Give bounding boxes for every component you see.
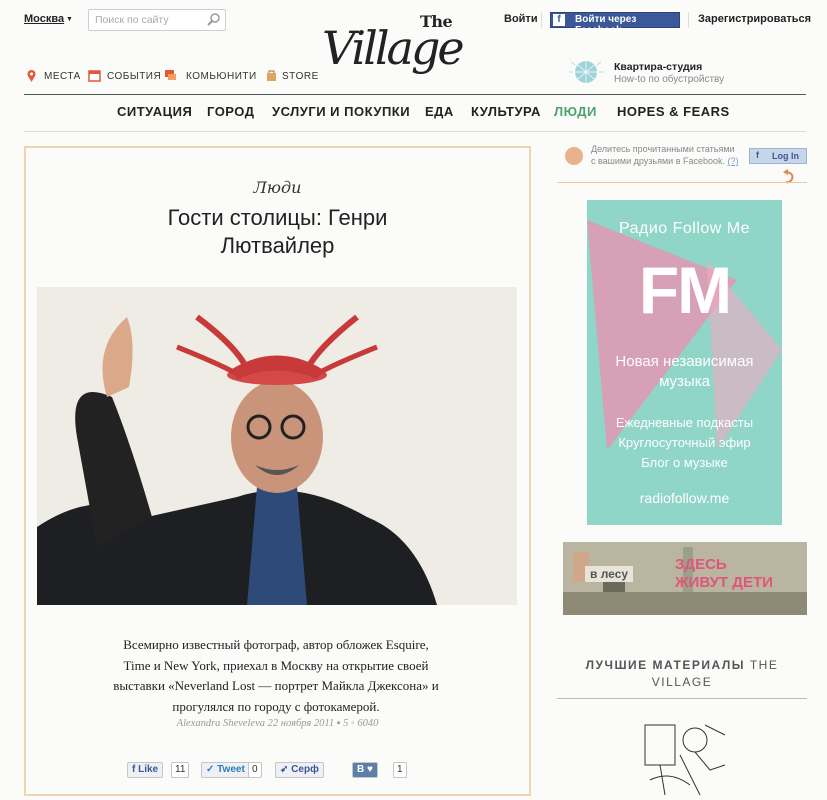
ad-tagline: Новая независимая музыка (587, 352, 782, 392)
article-lead: Всемирно известный фотограф, автор облож… (86, 635, 466, 717)
nav-people[interactable]: ЛЮДИ (554, 104, 597, 119)
promo-subtitle[interactable]: How-to по обустройству (614, 74, 724, 85)
best-title-bold: ЛУЧШИЕ МАТЕРИАЛЫ (585, 658, 745, 672)
ad-logo: FM (638, 253, 732, 327)
author-name[interactable]: Alexandra Sheveleva (177, 718, 265, 729)
logo-village: Village (322, 21, 465, 75)
ad-feature-line: Ежедневные подкасты (615, 415, 754, 430)
social-bar: f Like 11 ✓ Tweet 0 ➶ Серф В ♥ 1 (26, 762, 529, 778)
article-lead-line: прогулялся по городу с фотокамерой. (172, 698, 380, 714)
vk-count: 1 (393, 762, 407, 778)
article-title-line: Лютвайлер (220, 233, 335, 258)
nav-situation[interactable]: СИТУАЦИЯ (117, 104, 192, 119)
facebook-login-label: Войти через Facebook (575, 14, 637, 36)
divider (557, 182, 807, 183)
v-lesu-banner[interactable]: в лесу ЗДЕСЬ ЖИВУТ ДЕТИ (563, 542, 807, 615)
ad-headline: ЗДЕСЬ ЖИВУТ ДЕТИ (675, 556, 773, 592)
surf-label: Серф (291, 764, 319, 775)
thumbs-up-icon (565, 147, 583, 165)
site-logo[interactable]: The Village (322, 12, 502, 76)
article-title-line: Гости столицы: Генри (167, 205, 388, 230)
ad-brand: в лесу (585, 566, 634, 582)
share-text-line: с вашими друзьями в Facebook. (591, 156, 726, 166)
search-icon[interactable] (206, 12, 222, 28)
like-count: 11 (171, 762, 190, 778)
chat-icon (165, 70, 176, 80)
surf-button[interactable]: ➶ Серф (275, 762, 324, 778)
facebook-icon: f (756, 150, 759, 160)
ad-feature-line: Круглосуточный эфир (618, 435, 751, 450)
map-pin-icon (27, 70, 36, 82)
site-header: Москва ▼ Поиск по сайту The Village Войт… (0, 0, 827, 96)
divider (24, 94, 806, 95)
radio-follow-me-banner[interactable]: Радио Follow Me FM Новая независимая муз… (587, 200, 782, 525)
subnav-places[interactable]: МЕСТА (44, 71, 81, 82)
article-rubric[interactable]: Люди (26, 178, 529, 197)
search-placeholder: Поиск по сайту (95, 14, 169, 26)
best-title-rest: THE (749, 658, 779, 672)
tweet-label: Tweet (217, 764, 245, 775)
promo-title[interactable]: Квартира-студия (614, 61, 702, 73)
nav-food[interactable]: ЕДА (425, 104, 454, 119)
share-help-link[interactable]: (?) (728, 156, 739, 166)
bag-icon (267, 70, 276, 81)
register-link[interactable]: Зарегистрироваться (698, 13, 811, 25)
ad-title: Радио Follow Me (618, 220, 751, 237)
nav-hopes-fears[interactable]: HOPES & FEARS (617, 104, 730, 119)
best-title-line2: VILLAGE (651, 675, 713, 689)
article-title[interactable]: Гости столицы: Генри Лютвайлер (26, 204, 529, 260)
nav-city[interactable]: ГОРОД (207, 104, 255, 119)
subnav-events[interactable]: СОБЫТИЯ (107, 71, 161, 82)
divider (688, 12, 689, 28)
facebook-share-text: Делитесь прочитанными статьями с вашими … (591, 143, 741, 167)
ad-tagline-line: Новая независимая (615, 353, 754, 370)
tweet-button[interactable]: ✓ Tweet (201, 762, 250, 778)
eye-icon: ◦ (350, 718, 355, 729)
nav-services[interactable]: УСЛУГИ И ПОКУПКИ (272, 104, 410, 119)
article-card: Люди Гости столицы: Генри Лютвайлер Всем… (24, 146, 531, 796)
like-label: Like (138, 764, 159, 775)
facebook-login-button[interactable]: f Войти через Facebook (550, 12, 680, 36)
ad-tagline-line: музыка (659, 373, 710, 390)
ad-url: radiofollow.me (639, 490, 730, 506)
ad-feature-line: Блог о музыке (641, 455, 728, 470)
disco-ball-icon (569, 61, 604, 83)
tweet-count: 0 (248, 762, 262, 778)
calendar-icon (88, 70, 101, 82)
ad-headline-line: ЗДЕСЬ (675, 556, 727, 573)
subnav-community[interactable]: КОМЬЮНИТИ (186, 71, 257, 82)
nav-culture[interactable]: КУЛЬТУРА (471, 104, 541, 119)
article-photo[interactable] (37, 287, 517, 605)
facebook-log-in-button[interactable]: f Log In (749, 148, 807, 164)
facebook-icon: f (553, 14, 565, 26)
vk-like-button[interactable]: В ♥ (352, 762, 378, 778)
ad-features: Ежедневные подкасты Круглосуточный эфир … (587, 413, 782, 473)
publish-date: 22 ноября 2011 (267, 718, 335, 729)
subnav-store[interactable]: STORE (282, 71, 319, 82)
view-count: 6040 (357, 718, 379, 729)
login-link[interactable]: Войти (504, 13, 538, 25)
facebook-like-button[interactable]: f Like (127, 762, 164, 778)
share-text-line: Делитесь прочитанными статьями (591, 144, 735, 154)
best-materials-heading: ЛУЧШИЕ МАТЕРИАЛЫ THE VILLAGE (557, 657, 807, 691)
divider (557, 698, 807, 699)
article-lead-line: Всемирно известный фотограф, автор облож… (123, 637, 429, 652)
illustration-thumbnail[interactable] (640, 720, 730, 800)
article-lead-line: выставки «Neverland Lost — портрет Майкл… (113, 678, 439, 693)
chevron-down-icon[interactable]: ▼ (66, 16, 73, 23)
city-selector[interactable]: Москва (24, 13, 64, 25)
article-lead-line: Time и New York, приехал в Москву на отк… (123, 657, 429, 673)
comment-icon: ▪ (336, 718, 341, 729)
vk-label: В (357, 764, 365, 775)
divider (24, 131, 806, 132)
log-in-label: Log In (772, 151, 799, 161)
ad-headline-line: ЖИВУТ ДЕТИ (675, 574, 773, 591)
article-meta: Alexandra Sheveleva 22 ноября 2011 ▪ 5 ◦… (26, 718, 529, 729)
comment-count[interactable]: 5 (343, 718, 348, 729)
search-input[interactable]: Поиск по сайту (88, 9, 226, 31)
divider (541, 12, 542, 28)
